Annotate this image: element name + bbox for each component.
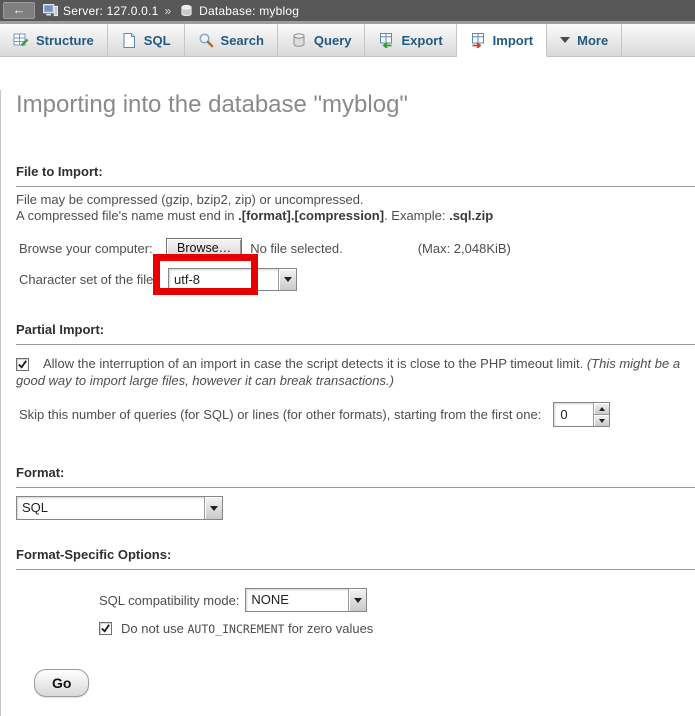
stepper-up-icon[interactable] <box>594 403 609 414</box>
tab-export-label: Export <box>401 33 442 48</box>
sql-compatibility-label: SQL compatibility mode: <box>99 593 239 608</box>
auto-increment-code: AUTO_INCREMENT <box>188 622 285 636</box>
compression-note: File may be compressed (gzip, bzip2, zip… <box>16 192 695 224</box>
import-icon <box>470 32 486 48</box>
page-title: Importing into the database "myblog" <box>16 90 695 120</box>
format-select-value: SQL <box>17 497 204 519</box>
tab-more-label: More <box>577 33 608 48</box>
allow-interrupt-checkbox[interactable] <box>16 358 29 371</box>
breadcrumb-separator: » <box>164 4 171 18</box>
tab-search-label: Search <box>221 33 264 48</box>
compression-example: .sql.zip <box>449 208 493 223</box>
browse-button-label: Browse… <box>177 241 231 255</box>
format-select-arrow-icon[interactable] <box>204 497 222 519</box>
tab-export[interactable]: Export <box>365 24 456 56</box>
auto-increment-label: Do not use AUTO_INCREMENT for zero value… <box>121 621 373 636</box>
compression-format-pattern: .[format].[compression] <box>238 208 384 223</box>
breadcrumb-server[interactable]: Server: 127.0.0.1 <box>63 4 158 18</box>
tab-search[interactable]: Search <box>185 24 278 56</box>
tab-query-label: Query <box>314 33 352 48</box>
auto-increment-suffix: for zero values <box>284 621 373 636</box>
file-upload-row: Browse your computer: Browse… No file se… <box>19 237 695 259</box>
tab-import[interactable]: Import <box>457 24 547 57</box>
tab-structure-label: Structure <box>36 33 94 48</box>
skip-queries-stepper[interactable]: 0 <box>553 402 610 427</box>
go-button-label: Go <box>52 675 71 691</box>
sql-compatibility-row: SQL compatibility mode: NONE <box>99 588 695 612</box>
charset-select[interactable]: utf-8 <box>168 268 297 291</box>
sql-icon <box>121 32 137 48</box>
structure-icon <box>13 32 29 48</box>
tab-sql[interactable]: SQL <box>108 24 185 56</box>
tab-query[interactable]: Query <box>278 24 366 56</box>
charset-select-arrow-icon[interactable] <box>278 269 296 290</box>
sql-compatibility-arrow-icon[interactable] <box>348 589 366 611</box>
query-icon <box>291 32 307 48</box>
no-file-selected-text: No file selected. <box>250 241 343 256</box>
allow-interrupt-row: Allow the interruption of an import in c… <box>16 355 695 389</box>
tab-import-label: Import <box>493 33 533 48</box>
compression-line2-mid: . Example: <box>384 208 449 223</box>
skip-queries-label: Skip this number of queries (for SQL) or… <box>19 407 541 422</box>
tab-sql-label: SQL <box>144 33 171 48</box>
section-heading-format-specific: Format-Specific Options: <box>16 548 695 570</box>
skip-queries-value: 0 <box>554 403 593 426</box>
section-heading-format: Format: <box>16 466 695 488</box>
check-icon <box>100 623 111 634</box>
allow-interrupt-text: Allow the interruption of an import in c… <box>43 356 587 371</box>
sql-compatibility-value: NONE <box>246 589 348 611</box>
charset-row: Character set of the file: utf-8 <box>19 268 695 291</box>
auto-increment-row: Do not use AUTO_INCREMENT for zero value… <box>99 620 695 636</box>
browse-label: Browse your computer: <box>19 241 166 256</box>
submit-row: Go <box>19 669 695 697</box>
server-icon <box>43 4 58 17</box>
chevron-down-icon <box>560 37 570 43</box>
charset-select-value: utf-8 <box>169 269 278 290</box>
sql-compatibility-select[interactable]: NONE <box>245 588 367 612</box>
tab-bar: Structure SQL Search Query Export <box>0 24 695 57</box>
breadcrumb: ← Server: 127.0.0.1 » Database: myblog <box>0 0 695 21</box>
main-content: Importing into the database "myblog" Fil… <box>0 90 695 716</box>
browse-button[interactable]: Browse… <box>166 238 242 258</box>
format-select[interactable]: SQL <box>16 496 223 520</box>
search-icon <box>198 32 214 48</box>
compression-line1: File may be compressed (gzip, bzip2, zip… <box>16 192 364 207</box>
compression-line2-prefix: A compressed file's name must end in <box>16 208 238 223</box>
auto-increment-checkbox[interactable] <box>99 622 112 635</box>
check-icon <box>17 359 28 370</box>
tab-structure[interactable]: Structure <box>0 24 108 56</box>
tab-more[interactable]: More <box>547 24 622 56</box>
skip-queries-row: Skip this number of queries (for SQL) or… <box>19 402 695 427</box>
export-icon <box>378 32 394 48</box>
section-heading-file-to-import: File to Import: <box>16 165 695 187</box>
format-row: SQL <box>16 496 695 520</box>
back-arrow-icon: ← <box>13 2 26 17</box>
back-button[interactable]: ← <box>3 2 35 19</box>
breadcrumb-database[interactable]: Database: myblog <box>199 4 299 18</box>
charset-label: Character set of the file: <box>19 272 164 287</box>
database-icon <box>179 4 194 17</box>
section-heading-partial-import: Partial Import: <box>16 323 695 345</box>
auto-increment-prefix: Do not use <box>121 621 188 636</box>
go-button[interactable]: Go <box>34 669 89 697</box>
max-upload-size: (Max: 2,048KiB) <box>418 241 511 256</box>
stepper-down-icon[interactable] <box>594 414 609 426</box>
